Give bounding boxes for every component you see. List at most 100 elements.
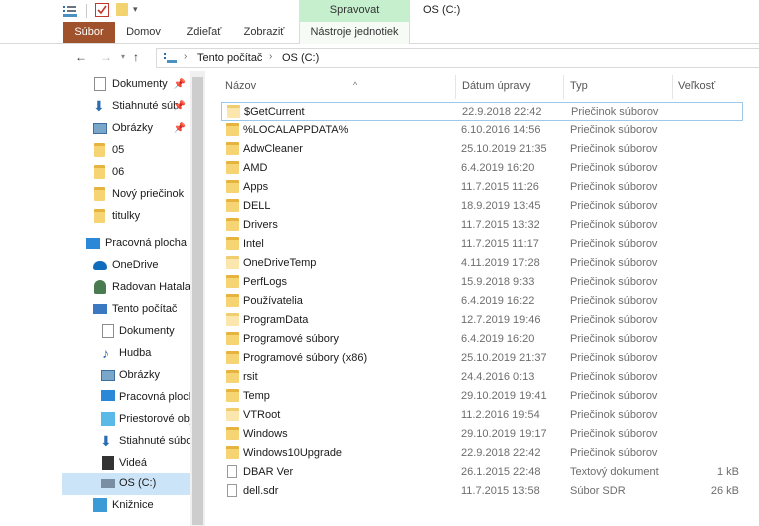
sidebar-item-this-pc[interactable]: Tento počítač [62, 299, 190, 321]
sidebar-item-videos[interactable]: Videá [62, 453, 190, 475]
table-row[interactable]: VTRoot 11.2.2016 19:54 Priečinok súborov [221, 406, 743, 425]
file-name: PerfLogs [243, 276, 288, 288]
sidebar-item-music[interactable]: ♪ Hudba [62, 343, 190, 365]
sidebar-item-subtitles[interactable]: titulky [62, 206, 190, 228]
breadcrumb-this-pc[interactable]: Tento počítač [197, 52, 262, 64]
file-name: Intel [243, 238, 264, 250]
sidebar-scrollbar[interactable] [190, 71, 205, 526]
table-row[interactable]: Drivers 11.7.2015 13:32 Priečinok súborov [221, 216, 743, 235]
breadcrumb-chevron-icon[interactable]: › [184, 51, 187, 62]
sidebar-item-pc-documents[interactable]: Dokumenty [62, 321, 190, 343]
sidebar-item-pc-desktop[interactable]: Pracovná ploch [62, 387, 190, 409]
tab-share[interactable]: Zdieľať [176, 22, 232, 43]
sidebar-item-label: Knižnice [112, 499, 154, 511]
folder-icon [226, 389, 239, 402]
sidebar-item-label: Dokumenty [119, 325, 175, 337]
sidebar-item-label: 06 [112, 166, 125, 178]
file-date: 6.4.2019 16:22 [461, 295, 535, 307]
sidebar-item-user[interactable]: Radovan Hatala [62, 277, 190, 299]
up-arrow-icon[interactable]: ↑ [128, 49, 144, 65]
column-divider[interactable] [455, 75, 456, 99]
table-row[interactable]: DELL 18.9.2019 13:45 Priečinok súborov [221, 197, 743, 216]
navigation-pane: Dokumenty 📌 ⬇ Stiahnuté súb 📌 Obrázky 📌 … [62, 71, 190, 526]
table-row[interactable]: Programové súbory (x86) 25.10.2019 21:37 P… [221, 349, 743, 368]
new-folder-icon[interactable] [116, 3, 128, 16]
tab-file[interactable]: Súbor [63, 22, 115, 43]
table-row[interactable]: Používatelia 6.4.2019 16:22 Priečinok súbo… [221, 292, 743, 311]
pin-icon[interactable]: 📌 [174, 123, 186, 134]
breadcrumb-chevron-icon[interactable]: › [269, 51, 272, 62]
file-name: Windows [243, 428, 288, 440]
onedrive-cloud-icon [93, 261, 107, 270]
sidebar-item-3d-objects[interactable]: Priestorové obj [62, 409, 190, 431]
table-row[interactable]: Intel 11.7.2015 11:17 Priečinok súborov [221, 235, 743, 254]
file-name: AdwCleaner [243, 143, 303, 155]
table-row[interactable]: dell.sdr 11.7.2015 13:58 Súbor SDR 26 kB [221, 482, 743, 501]
column-divider[interactable] [563, 75, 564, 99]
pictures-icon [93, 123, 107, 134]
table-row[interactable]: Apps 11.7.2015 11:26 Priečinok súborov [221, 178, 743, 197]
sidebar-item-desktop[interactable]: Pracovná plocha [62, 233, 190, 255]
properties-icon[interactable] [62, 3, 78, 19]
music-note-icon: ♪ [102, 345, 109, 361]
sidebar-item-folder-06[interactable]: 06 [62, 162, 190, 184]
table-row[interactable]: AdwCleaner 25.10.2019 21:35 Priečinok súbo… [221, 140, 743, 159]
sidebar-item-onedrive[interactable]: OneDrive [62, 255, 190, 277]
scrollbar-thumb[interactable] [192, 77, 203, 525]
file-date: 11.7.2015 13:32 [461, 219, 540, 231]
sidebar-item-documents[interactable]: Dokumenty 📌 [62, 74, 190, 96]
tab-drive-tools[interactable]: Nástroje jednotiek [299, 22, 410, 44]
tab-home[interactable]: Domov [116, 22, 171, 43]
sidebar-item-pictures[interactable]: Obrázky 📌 [62, 118, 190, 140]
column-header-date[interactable]: Dátum úpravy [462, 71, 562, 99]
file-name: Temp [243, 390, 270, 402]
back-arrow-icon[interactable]: ← [73, 49, 89, 65]
breadcrumb-drive[interactable]: OS (C:) [282, 52, 319, 64]
table-row[interactable]: Temp 29.10.2019 19:41 Priečinok súborov [221, 387, 743, 406]
sidebar-item-pc-pictures[interactable]: Obrázky [62, 365, 190, 387]
table-row[interactable]: PerfLogs 15.9.2018 9:33 Priečinok súborov [221, 273, 743, 292]
navigation-bar: ← → ▾ ↑ › Tento počítač › OS (C:) [0, 45, 759, 71]
column-header-name[interactable]: ^ Názov [225, 71, 455, 99]
desktop-icon [101, 390, 115, 401]
folder-icon [227, 105, 240, 118]
address-bar[interactable]: › Tento počítač › OS (C:) [156, 48, 759, 68]
sidebar-item-pc-downloads[interactable]: ⬇ Stiahnuté súbo [62, 431, 190, 453]
sidebar-item-new-folder[interactable]: Nový priečinok [62, 184, 190, 206]
desktop-icon [86, 238, 100, 249]
table-row[interactable]: OneDriveTemp 4.11.2019 17:28 Priečinok súb… [221, 254, 743, 273]
table-row[interactable]: DBAR Ver 26.1.2015 22:48 Textový dokument 1… [221, 463, 743, 482]
sidebar-item-label: Pracovná ploch [119, 391, 190, 403]
folder-icon [226, 161, 239, 174]
document-icon [102, 324, 114, 338]
column-header-size[interactable]: Veľkosť [678, 71, 758, 99]
table-row[interactable]: ProgramData 12.7.2019 19:46 Priečinok súbo… [221, 311, 743, 330]
table-row[interactable]: Windows 29.10.2019 19:17 Priečinok súborov [221, 425, 743, 444]
tab-view[interactable]: Zobraziť [236, 22, 292, 43]
sidebar-item-folder-05[interactable]: 05 [62, 140, 190, 162]
table-row[interactable]: rsit 24.4.2016 0:13 Priečinok súborov [221, 368, 743, 387]
file-name: Drivers [243, 219, 278, 231]
table-row[interactable]: Programové súbory 6.4.2019 16:20 Priečinok… [221, 330, 743, 349]
sidebar-item-label: Dokumenty [112, 78, 168, 90]
pin-icon[interactable]: 📌 [174, 79, 186, 90]
customize-toolbar-icon[interactable]: ▾ [133, 4, 143, 20]
folder-icon [94, 187, 105, 201]
table-row[interactable]: Windows10Upgrade 22.9.2018 22:42 Priečinok… [221, 444, 743, 463]
sidebar-item-downloads[interactable]: ⬇ Stiahnuté súb 📌 [62, 96, 190, 118]
column-divider[interactable] [672, 75, 673, 99]
sidebar-item-drive-c[interactable]: OS (C:) [62, 473, 190, 495]
sidebar-item-label: Radovan Hatala [112, 281, 190, 293]
table-row[interactable]: %LOCALAPPDATA% 6.10.2016 14:56 Priečinok s… [221, 121, 743, 140]
folder-icon [226, 142, 239, 155]
pin-icon[interactable]: 📌 [174, 101, 186, 112]
file-date: 26.1.2015 22:48 [461, 466, 541, 478]
sidebar-item-label: Priestorové obj [119, 413, 190, 425]
sidebar-item-libraries[interactable]: Knižnice [62, 495, 190, 517]
table-row[interactable]: AMD 6.4.2019 16:20 Priečinok súborov [221, 159, 743, 178]
forward-arrow-icon[interactable]: → [98, 49, 114, 65]
column-header-type[interactable]: Typ [570, 71, 670, 99]
table-row[interactable]: $GetCurrent 22.9.2018 22:42 Priečinok súbo… [221, 102, 743, 121]
properties-checkmark-icon[interactable] [95, 3, 109, 17]
file-name: Programové súbory [243, 333, 339, 345]
